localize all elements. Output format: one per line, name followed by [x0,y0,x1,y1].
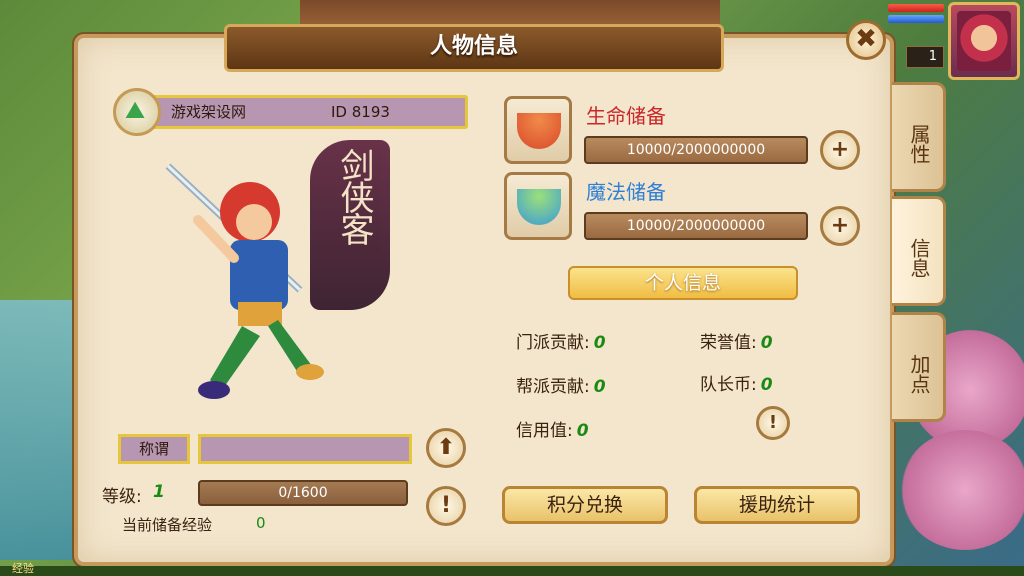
character-name: 游戏架设网 [171,103,247,121]
player-level-badge: 1 [906,46,944,68]
hud-exp-strip [0,566,1024,576]
level-value: 1 [153,482,165,502]
credit-info-button[interactable]: ! [756,406,790,440]
stored-exp-value: 0 [256,514,266,532]
title-label: 称谓 [118,434,190,464]
guild-contribution-label: 帮派贡献: [516,377,590,397]
hp-bar [888,4,944,12]
blue-soup-bowl-icon [517,189,561,225]
captain-coin-label: 队长币: [700,375,757,395]
level-info-button[interactable]: ! [426,486,466,526]
sect-contribution-label: 门派贡献: [516,333,590,353]
assist-stats-button[interactable]: 援助统计 [694,486,860,524]
tab-attributes[interactable]: 属性 [892,82,946,192]
tab-info[interactable]: 信息 [892,196,946,306]
tab-add-points[interactable]: 加点 [892,312,946,422]
close-button[interactable]: ✖ [846,20,886,60]
player-avatar[interactable] [948,2,1020,80]
honor-value: 0 [760,333,773,353]
sect-contribution-value: 0 [593,333,606,353]
hp-add-button[interactable]: + [820,130,860,170]
player-bars [888,4,944,26]
points-exchange-button[interactable]: 积分兑换 [502,486,668,524]
exp-progress-bar: 0/1600 [198,480,408,506]
class-emblem-text: 剑侠客 [334,148,374,244]
honor-label: 荣誉值: [700,333,757,353]
credit-value: 0 [576,421,589,441]
hp-reserve-bar: 10000/2000000000 [584,136,808,164]
guild-contribution: 帮派贡献: 0 [516,372,606,397]
red-soup-bowl-icon [517,113,561,149]
stored-exp-label: 当前储备经验 [122,516,213,534]
credit-label: 信用值: [516,421,573,441]
panel-title: 人物信息 [224,24,724,72]
class-emblem: 剑侠客 [310,140,390,310]
personal-info-header: 个人信息 [568,266,798,300]
avatar-portrait [957,11,1011,71]
blossom-tree [900,430,1024,550]
captain-coin-value: 0 [760,375,773,395]
mountain-icon [113,88,161,136]
mp-potion-icon [504,172,572,240]
title-field[interactable] [198,434,412,464]
hp-potion-icon [504,96,572,164]
hp-reserve-label: 生命储备 [586,104,666,128]
mp-add-button[interactable]: + [820,206,860,246]
captain-coin: 队长币: 0 [700,370,773,395]
honor: 荣誉值: 0 [700,328,773,353]
mp-bar [888,15,944,23]
character-id: ID 8193 [331,103,390,121]
credit: 信用值: 0 [516,416,589,441]
guild-contribution-value: 0 [593,377,606,397]
sect-contribution: 门派贡献: 0 [516,328,606,353]
character-name-bar: 游戏架设网 ID 8193 [118,95,468,129]
upload-button[interactable]: ⬆ [426,428,466,468]
level-label: 等级: [102,487,142,507]
hud-exp-label: 经验 [12,562,34,575]
mp-reserve-bar: 10000/2000000000 [584,212,808,240]
mp-reserve-label: 魔法储备 [586,180,666,204]
